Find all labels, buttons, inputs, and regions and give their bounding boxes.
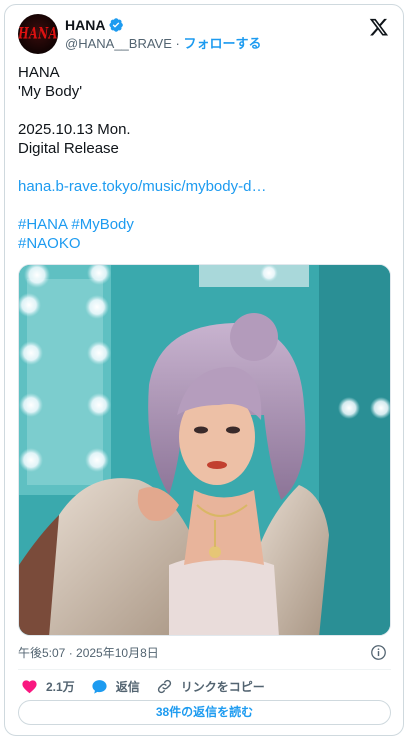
hashtag-naoko[interactable]: #NAOKO	[18, 235, 81, 252]
reply-label: 返信	[115, 679, 140, 694]
tweet-line-date: 2025.10.13 Mon.	[18, 121, 131, 138]
reply-button[interactable]: 返信	[91, 678, 140, 695]
verified-badge-icon	[109, 18, 124, 32]
divider	[18, 669, 391, 670]
info-icon[interactable]	[370, 644, 387, 661]
handle-separator: ·	[171, 36, 184, 51]
tweet-line-title: 'My Body'	[18, 83, 83, 100]
read-replies-button[interactable]: 38件の返信を読む	[18, 700, 391, 725]
tweet-hashtags-row-2: #NAOKO	[18, 234, 391, 253]
heart-icon	[22, 679, 37, 693]
tweet-body: HANA 'My Body' 2025.10.13 Mon. Digital R…	[18, 63, 391, 253]
like-button[interactable]: 2.1万	[21, 678, 75, 695]
tweet-link[interactable]: hana.b-rave.tokyo/music/mybody-d…	[18, 177, 391, 196]
hashtag-line[interactable]: #HANA #MyBody	[18, 216, 134, 233]
avatar-logo-text: HANA	[18, 24, 58, 43]
tweet-line-release: Digital Release	[18, 140, 119, 157]
author-handle[interactable]: @HANA__BRAVE	[65, 36, 172, 51]
author-display-name[interactable]: HANA	[65, 16, 105, 34]
reply-bubble-icon	[92, 679, 107, 694]
tweet-line-artist: HANA	[18, 64, 60, 81]
tweet-embed-card: HANA HANA @HANA__BRAVE · フォローする HANA 'My…	[4, 4, 404, 736]
photo-artwork	[19, 265, 390, 635]
link-icon	[157, 679, 171, 693]
author-handle-row: @HANA__BRAVE · フォローする	[65, 35, 261, 52]
tweet-hashtags-row: #HANA #MyBody	[18, 215, 391, 234]
avatar[interactable]: HANA	[18, 14, 58, 54]
tweet-photo[interactable]	[18, 264, 391, 636]
tweet-timestamp[interactable]: 午後5:07 · 2025年10月8日	[18, 645, 159, 661]
follow-button[interactable]: フォローする	[183, 36, 261, 51]
x-logo-icon[interactable]	[369, 17, 389, 37]
action-bar: 2.1万 返信 リンクをコピー	[21, 676, 281, 696]
copy-link-button[interactable]: リンクをコピー	[156, 678, 265, 695]
copy-link-label: リンクをコピー	[180, 679, 265, 694]
tweet-header: HANA HANA @HANA__BRAVE · フォローする	[18, 14, 391, 56]
author-name-row: HANA	[65, 16, 124, 34]
like-count: 2.1万	[46, 679, 75, 694]
